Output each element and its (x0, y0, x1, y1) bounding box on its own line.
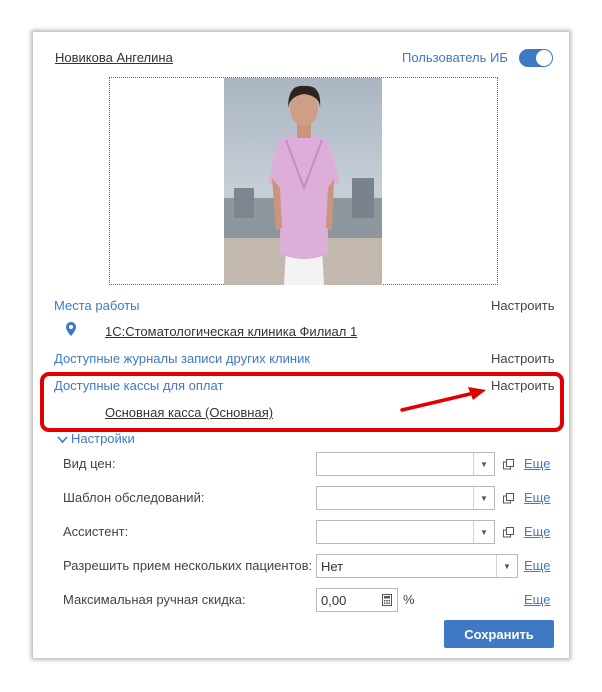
chevron-down-icon (57, 436, 68, 443)
assistant-more[interactable]: Еще (524, 524, 550, 539)
open-icon[interactable] (497, 453, 519, 475)
assistant-label: Ассистент: (63, 524, 129, 539)
percent-unit: % (403, 592, 415, 607)
price-type-field[interactable]: ▼ (316, 452, 495, 476)
max-discount-more[interactable]: Еще (524, 592, 550, 607)
multi-patients-more[interactable]: Еще (524, 558, 550, 573)
save-button[interactable]: Сохранить (444, 620, 554, 648)
annotation-arrow-icon (400, 387, 486, 412)
multi-patients-value: Нет (321, 559, 344, 574)
employee-card: Новикова Ангелина Пользователь ИБ Места … (33, 32, 569, 658)
ib-user-toggle[interactable] (519, 49, 553, 67)
dropdown-arrow-icon[interactable]: ▼ (473, 453, 494, 475)
multi-patients-label: Разрешить прием нескольких пациентов: (63, 558, 313, 573)
workplaces-title[interactable]: Места работы (54, 298, 140, 313)
workplaces-configure-button[interactable]: Настроить (491, 298, 555, 313)
dropdown-arrow-icon[interactable]: ▼ (496, 555, 517, 577)
location-pin-icon (66, 322, 76, 336)
settings-title: Настройки (71, 431, 135, 446)
ib-user-label: Пользователь ИБ (402, 50, 508, 65)
assistant-field[interactable]: ▼ (316, 520, 495, 544)
open-icon[interactable] (497, 521, 519, 543)
employee-photo (224, 78, 382, 285)
exam-template-field[interactable]: ▼ (316, 486, 495, 510)
exam-template-more[interactable]: Еще (524, 490, 550, 505)
price-type-label: Вид цен: (63, 456, 116, 471)
dropdown-arrow-icon[interactable]: ▼ (473, 521, 494, 543)
workplace-link[interactable]: 1С:Стоматологическая клиника Филиал 1 (105, 324, 357, 339)
max-discount-label: Максимальная ручная скидка: (63, 592, 246, 607)
dropdown-arrow-icon[interactable]: ▼ (473, 487, 494, 509)
settings-toggle[interactable]: Настройки (57, 431, 135, 446)
photo-frame[interactable] (109, 77, 498, 285)
exam-template-label: Шаблон обследований: (63, 490, 205, 505)
max-discount-value: 0,00 (321, 593, 347, 608)
employee-name-link[interactable]: Новикова Ангелина (55, 50, 173, 65)
toggle-knob (536, 50, 552, 66)
multi-patients-select[interactable]: Нет ▼ (316, 554, 518, 578)
calculator-icon[interactable] (377, 589, 397, 611)
journals-title[interactable]: Доступные журналы записи других клиник (54, 351, 310, 366)
open-icon[interactable] (497, 487, 519, 509)
price-type-more[interactable]: Еще (524, 456, 550, 471)
max-discount-input[interactable]: 0,00 (316, 588, 398, 612)
journals-configure-button[interactable]: Настроить (491, 351, 555, 366)
